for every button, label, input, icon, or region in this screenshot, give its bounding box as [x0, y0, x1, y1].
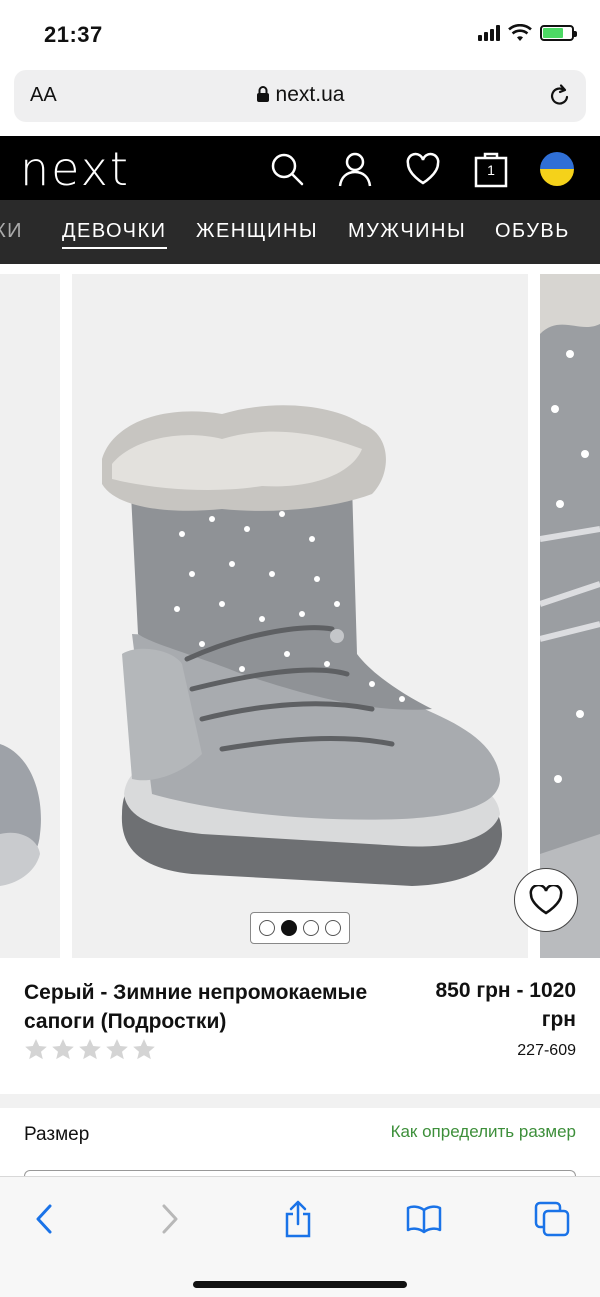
- nav-item-men[interactable]: МУЖЧИНЫ: [348, 220, 466, 243]
- bookmarks-button[interactable]: [402, 1197, 446, 1241]
- gallery-dot-1[interactable]: [259, 920, 275, 936]
- status-time: 21:37: [44, 22, 103, 47]
- product-sku: 227-609: [517, 1042, 576, 1059]
- heart-icon: [529, 885, 563, 915]
- nav-item-partial[interactable]: КИ: [0, 220, 23, 243]
- star-icon: [25, 1039, 47, 1060]
- header-icons: 1: [268, 150, 574, 188]
- add-to-wishlist-button[interactable]: [514, 868, 578, 932]
- back-button[interactable]: [22, 1197, 66, 1241]
- size-label: Размер: [24, 1124, 90, 1145]
- url-field[interactable]: next.ua: [14, 83, 586, 107]
- next-logo[interactable]: next: [20, 142, 130, 196]
- url-text: next.ua: [275, 83, 345, 106]
- nav-item-shoes[interactable]: ОБУВЬ: [495, 220, 570, 243]
- wishlist-icon[interactable]: [404, 150, 442, 188]
- category-nav: КИ ДЕВОЧКИ ЖЕНЩИНЫ МУЖЧИНЫ ОБУВЬ: [0, 200, 600, 264]
- share-button[interactable]: [276, 1197, 320, 1241]
- reload-icon[interactable]: [548, 83, 572, 109]
- product-price: 850 грн - 1020 грн: [435, 979, 576, 1031]
- search-icon[interactable]: [268, 150, 306, 188]
- tabs-button[interactable]: [530, 1197, 574, 1241]
- account-icon[interactable]: [336, 150, 374, 188]
- battery-icon: [540, 25, 577, 41]
- star-icon: [79, 1039, 101, 1060]
- star-icon: [106, 1039, 128, 1060]
- star-icon: [133, 1039, 155, 1060]
- nav-item-women[interactable]: ЖЕНЩИНЫ: [196, 220, 318, 243]
- boot-image: [102, 405, 502, 886]
- tabs-icon: [534, 1201, 570, 1237]
- bag-count: 1: [487, 162, 495, 178]
- share-icon: [285, 1200, 311, 1238]
- product-info: Серый - Зимние непромокаемые сапоги (Под…: [0, 960, 600, 1094]
- status-icons: [478, 24, 577, 42]
- address-bar[interactable]: AA next.ua: [14, 70, 586, 122]
- browser-toolbar: [0, 1176, 600, 1297]
- star-icon: [52, 1039, 74, 1060]
- site-header: next 1: [0, 136, 600, 200]
- gallery-pagination[interactable]: [250, 912, 350, 944]
- gallery-dot-2[interactable]: [281, 920, 297, 936]
- product-title: Серый - Зимние непромокаемые сапоги (Под…: [24, 981, 368, 1033]
- product-gallery[interactable]: [0, 274, 600, 958]
- section-divider: [0, 1094, 600, 1108]
- ukraine-flag-icon[interactable]: [540, 152, 574, 186]
- nav-item-girls[interactable]: ДЕВОЧКИ: [62, 220, 167, 249]
- chevron-left-icon: [36, 1204, 52, 1234]
- chevron-right-icon: [162, 1204, 178, 1234]
- rating-stars: [24, 1038, 156, 1060]
- gallery-slide-prev[interactable]: [0, 274, 60, 958]
- gallery-slide-next[interactable]: [540, 274, 600, 958]
- gallery-dot-3[interactable]: [303, 920, 319, 936]
- status-bar: 21:37: [0, 0, 600, 64]
- lock-icon: [256, 86, 269, 102]
- bag-icon[interactable]: 1: [472, 150, 510, 188]
- gallery-slide-main[interactable]: [72, 274, 528, 958]
- forward-button[interactable]: [148, 1197, 192, 1241]
- signal-icon: [478, 25, 500, 41]
- home-indicator: [193, 1281, 407, 1288]
- book-icon: [406, 1205, 442, 1234]
- wifi-icon: [508, 24, 532, 41]
- gallery-dot-4[interactable]: [325, 920, 341, 936]
- size-guide-link[interactable]: Как определить размер: [391, 1122, 576, 1142]
